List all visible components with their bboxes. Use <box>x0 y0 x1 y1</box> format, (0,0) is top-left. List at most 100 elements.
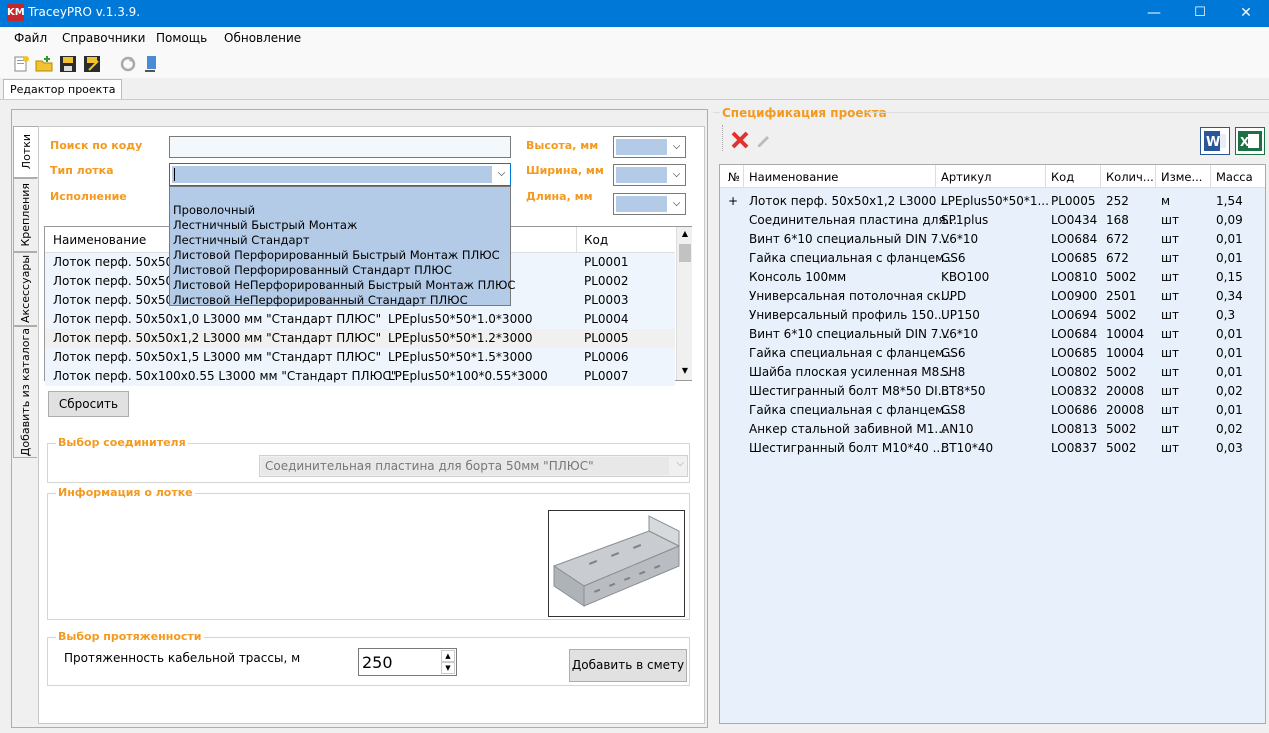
header-code[interactable]: Код <box>584 233 608 247</box>
route-length-stepper[interactable]: 250 ▲ ▼ <box>358 648 457 676</box>
table-row[interactable]: Гайка специальная с фланцем... GS6 LO0685 6… <box>720 249 1265 268</box>
code-search-label: Поиск по коду <box>50 139 143 152</box>
spec-cell-name: Универсальная потолочная ск... <box>749 289 953 303</box>
spec-header-cell[interactable]: Масса <box>1216 170 1253 184</box>
refresh-icon[interactable] <box>119 55 137 73</box>
table-row[interactable]: Лоток перф. 50x50x1,0 L3000 мм "Стандарт… <box>45 310 675 329</box>
spec-grid[interactable]: № Наименование Артикул Код Колич... Изме... Ма… <box>719 164 1266 724</box>
table-row[interactable]: Гайка специальная с фланцем... GS8 LO0686 2… <box>720 401 1265 420</box>
spec-header-cell[interactable]: Изме... <box>1161 170 1202 184</box>
spec-cell-art: SP1plus <box>941 213 989 227</box>
chevron-down-icon: ⌵ <box>672 141 681 152</box>
connector-select[interactable]: Соединительная пластина для борта 50мм "… <box>259 455 688 477</box>
table-row[interactable]: Лоток перф. 50x50x1,5 L3000 мм "Стандарт… <box>45 348 675 367</box>
tab-project-editor[interactable]: Редактор проекта <box>3 79 123 100</box>
stepper-up-icon[interactable]: ▲ <box>441 650 455 662</box>
spec-header-cell[interactable]: Артикул <box>941 170 991 184</box>
cable-tray-illustration <box>552 515 681 607</box>
export-word-button[interactable]: W <box>1200 127 1230 155</box>
spec-cell-art: BT8*50 <box>941 384 986 398</box>
route-length-label: Протяженность кабельной трассы, м <box>64 651 301 665</box>
menu-update[interactable]: Обновление <box>224 31 301 45</box>
row-name: Лоток перф. 50x50x1,5 L3000 мм "Стандарт… <box>53 350 382 364</box>
scroll-up-icon[interactable]: ▲ <box>677 227 693 241</box>
spec-cell-qty: 5002 <box>1106 422 1137 436</box>
width-combo[interactable]: ⌵ <box>613 164 686 186</box>
vtab-fasteners[interactable]: Крепления <box>13 178 37 252</box>
spec-cell-unit: шт <box>1161 289 1179 303</box>
close-button[interactable]: ✕ <box>1223 0 1269 27</box>
row-code: PL0006 <box>584 350 629 364</box>
dropdown-option[interactable]: Листовой Перфорированный Быстрый Монтаж … <box>173 248 500 262</box>
table-row[interactable]: Лоток перф. 50x100x0.55 L3000 мм "Станда… <box>45 367 675 386</box>
spec-cell-art: KBO100 <box>941 270 990 284</box>
table-row[interactable]: Консоль 100мм KBO100 LO0810 5002 шт 0,15 <box>720 268 1265 287</box>
catalog-scrollbar[interactable]: ▲ ▼ <box>676 227 692 380</box>
dropdown-option[interactable]: Листовой Перфорированный Стандарт ПЛЮС <box>173 263 452 277</box>
table-row[interactable]: Анкер стальной забивной M1... AN10 LO0813 5… <box>720 420 1265 439</box>
height-combo[interactable]: ⌵ <box>613 136 686 158</box>
table-row[interactable]: Винт 6*10 специальный DIN 7... V6*10 LO068… <box>720 325 1265 344</box>
spec-cell-name: Шайба плоская усиленная M8... <box>749 365 951 379</box>
table-row[interactable]: Шестигранный болт M8*50 DI... BT8*50 LO083… <box>720 382 1265 401</box>
table-row[interactable]: + Лоток перф. 50x50x1,2 L3000 ... LPEplus5… <box>720 192 1265 211</box>
row-code: PL0003 <box>584 293 629 307</box>
table-row[interactable]: Шестигранный болт M10*40 ... BT10*40 LO083… <box>720 439 1265 458</box>
spec-cell-code: LO0685 <box>1051 251 1098 265</box>
code-search-input[interactable] <box>169 136 511 158</box>
chevron-down-icon: ⌵ <box>497 168 506 179</box>
export-icon[interactable] <box>143 55 161 73</box>
spec-cell-qty: 5002 <box>1106 441 1137 455</box>
length-combo[interactable]: ⌵ <box>613 193 686 215</box>
spec-header-cell[interactable]: Наименование <box>749 170 838 184</box>
new-project-icon[interactable] <box>12 55 30 73</box>
stepper-down-icon[interactable]: ▼ <box>441 662 455 674</box>
spec-cell-art: V6*10 <box>941 232 979 246</box>
table-row[interactable]: Шайба плоская усиленная M8... SH8 LO0802 50… <box>720 363 1265 382</box>
table-row[interactable]: Лоток перф. 50x50x1,2 L3000 мм "Стандарт… <box>45 329 675 348</box>
scroll-down-icon[interactable]: ▼ <box>677 364 693 378</box>
save-as-icon[interactable] <box>83 55 101 73</box>
chevron-down-icon: ⌵ <box>672 198 681 209</box>
vtab-trays[interactable]: Лотки <box>13 126 39 178</box>
menu-references[interactable]: Справочники <box>62 31 145 45</box>
open-project-icon[interactable] <box>35 55 53 73</box>
delete-icon[interactable] <box>730 130 750 150</box>
save-icon[interactable] <box>59 55 77 73</box>
table-row[interactable]: Универсальная потолочная ск... UPD LO0900 2… <box>720 287 1265 306</box>
dropdown-option[interactable]: Лестничный Стандарт <box>173 233 310 247</box>
dropdown-option[interactable]: Проволочный <box>173 203 255 217</box>
maximize-button[interactable]: ☐ <box>1177 0 1223 27</box>
vtab-accessories[interactable]: Аксессуары <box>13 252 37 326</box>
spec-cell-unit: шт <box>1161 403 1179 417</box>
window-title: TraceyPRO v.1.3.9. <box>28 5 141 19</box>
spec-cell-unit: шт <box>1161 422 1179 436</box>
dropdown-option[interactable]: Лестничный Быстрый Монтаж <box>173 218 357 232</box>
reset-button[interactable]: Сбросить <box>48 391 129 417</box>
tab-divider <box>0 99 1269 100</box>
table-row[interactable]: Винт 6*10 специальный DIN 7... V6*10 LO068… <box>720 230 1265 249</box>
spec-cell-mass: 0,15 <box>1216 270 1243 284</box>
spec-title: Спецификация проекта <box>722 106 887 120</box>
vtab-add-from-catalog[interactable]: Добавить из каталога <box>13 326 37 458</box>
minimize-button[interactable]: — <box>1131 0 1177 27</box>
tray-type-dropdown[interactable]: Проволочный Лестничный Быстрый Монтаж Лест… <box>169 186 515 307</box>
dropdown-option[interactable]: Листовой НеПерфорированный Быстрый Монта… <box>173 278 515 292</box>
scroll-thumb[interactable] <box>679 244 691 262</box>
dropdown-option[interactable]: Листовой НеПерфорированный Стандарт ПЛЮС <box>173 293 468 307</box>
spec-header-cell[interactable]: Колич... <box>1106 170 1154 184</box>
add-to-estimate-button[interactable]: Добавить в смету <box>569 649 687 682</box>
menu-file[interactable]: Файл <box>14 31 47 45</box>
spec-header-cell[interactable]: № <box>728 170 740 184</box>
tray-type-combo[interactable]: ⌵ <box>169 163 511 186</box>
header-name[interactable]: Наименование <box>53 233 146 247</box>
edit-icon[interactable] <box>755 132 771 148</box>
export-excel-button[interactable]: X <box>1235 127 1265 155</box>
table-row[interactable]: Соединительная пластина для... SP1plus LO0… <box>720 211 1265 230</box>
table-row[interactable]: Гайка специальная с фланцем... GS6 LO0685 1… <box>720 344 1265 363</box>
route-length-value[interactable]: 250 <box>362 653 393 672</box>
spec-header-cell[interactable]: Код <box>1051 170 1074 184</box>
spec-cell-name: Консоль 100мм <box>749 270 847 284</box>
table-row[interactable]: Универсальный профиль 150... UP150 LO0694 5… <box>720 306 1265 325</box>
menu-help[interactable]: Помощь <box>156 31 207 45</box>
